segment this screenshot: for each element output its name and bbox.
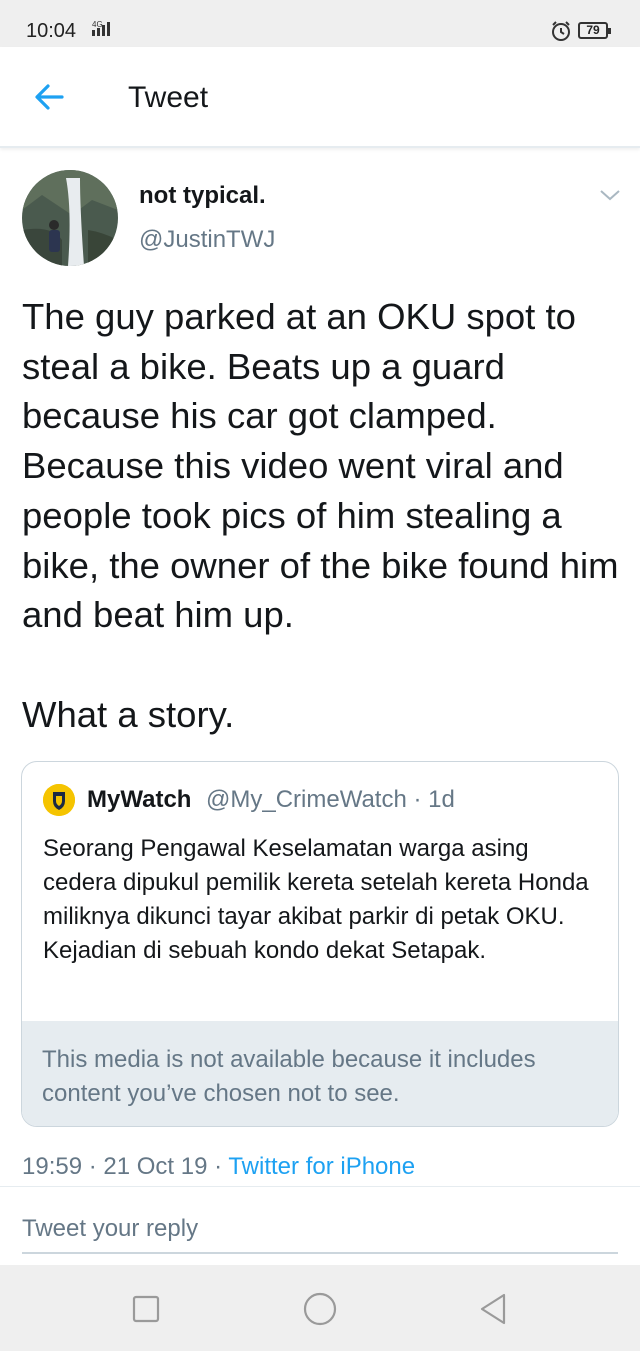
status-time: 10:04 — [26, 20, 77, 42]
square-icon — [132, 1295, 160, 1323]
timestamp-text: 19:59 · 21 Oct 19 · — [22, 1153, 229, 1180]
back-nav-button[interactable] — [476, 1291, 512, 1327]
quoted-handle-time: @My_CrimeWatch · 1d — [206, 786, 455, 813]
battery-icon: 79 — [578, 22, 611, 39]
withheld-media-text: This media is not available because it i… — [42, 1046, 536, 1107]
quoted-display-name: MyWatch — [87, 786, 192, 813]
status-bar: 10:04 4G 79 — [0, 0, 640, 47]
page-title: Tweet — [128, 81, 209, 114]
home-button[interactable] — [300, 1291, 340, 1327]
tweet-text: The guy parked at an OKU spot to steal a… — [22, 296, 619, 735]
chevron-down-icon[interactable] — [598, 186, 622, 204]
reply-input[interactable] — [22, 1206, 618, 1254]
app-header: Tweet — [0, 47, 640, 148]
back-button[interactable] — [30, 79, 70, 115]
circle-icon — [303, 1292, 337, 1326]
quoted-tweet-card[interactable]: MyWatch @My_CrimeWatch · 1d Seorang Peng… — [21, 761, 619, 1127]
withheld-media-notice: This media is not available because it i… — [22, 1021, 618, 1126]
signal-icon: 4G — [88, 18, 122, 47]
quoted-tweet-text: Seorang Pengawal Keselamatan warga asing… — [43, 835, 589, 964]
source-link[interactable]: Twitter for iPhone — [228, 1153, 415, 1180]
quoted-avatar — [43, 784, 75, 816]
author-handle[interactable]: @JustinTWJ — [139, 226, 275, 254]
arrow-left-icon — [35, 84, 64, 110]
author-display-name[interactable]: not typical. — [139, 182, 266, 210]
shield-badge-icon — [43, 784, 75, 816]
profile-photo-waterfall — [22, 170, 118, 266]
divider — [0, 1186, 640, 1187]
system-nav-bar — [0, 1265, 640, 1351]
alarm-icon — [550, 20, 572, 47]
tweet-timestamp: 19:59 · 21 Oct 19 · Twitter for iPhone — [22, 1153, 415, 1181]
network-type-label: 4G — [92, 20, 103, 29]
recent-apps-button[interactable] — [128, 1291, 164, 1327]
avatar[interactable] — [22, 170, 118, 266]
triangle-back-icon — [480, 1293, 506, 1325]
